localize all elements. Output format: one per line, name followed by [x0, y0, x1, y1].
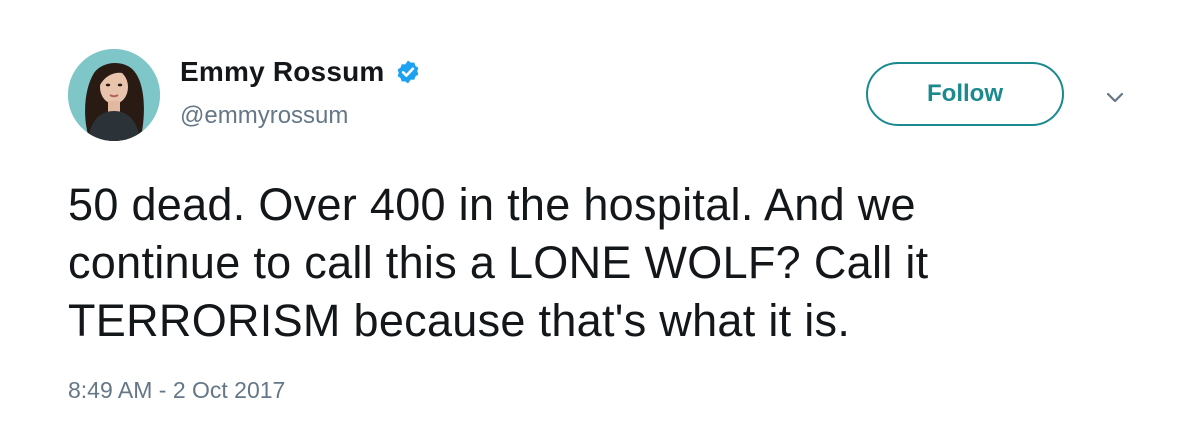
tweet-timestamp[interactable]: 8:49 AM - 2 Oct 2017: [68, 377, 285, 404]
tweet-text-line: TERRORISM because that's what it is.: [68, 295, 851, 346]
avatar[interactable]: [68, 49, 160, 141]
author-name-row: Emmy Rossum: [180, 56, 421, 88]
tweet-text-line: 50 dead. Over 400 in the hospital. And w…: [68, 179, 916, 230]
verified-badge-icon: [395, 59, 421, 85]
tweet-card: Emmy Rossum @emmyrossum Follow 50 dead. …: [0, 0, 1200, 432]
tweet-text-line: continue to call this a LONE WOLF? Call …: [68, 237, 929, 288]
chevron-down-icon: [1106, 92, 1124, 103]
tweet-text: 50 dead. Over 400 in the hospital. And w…: [68, 176, 1128, 350]
display-name[interactable]: Emmy Rossum: [180, 56, 385, 88]
avatar-image: [68, 49, 160, 141]
user-handle[interactable]: @emmyrossum: [180, 102, 348, 130]
follow-button[interactable]: Follow: [866, 62, 1064, 126]
more-options-button[interactable]: [1098, 84, 1132, 112]
